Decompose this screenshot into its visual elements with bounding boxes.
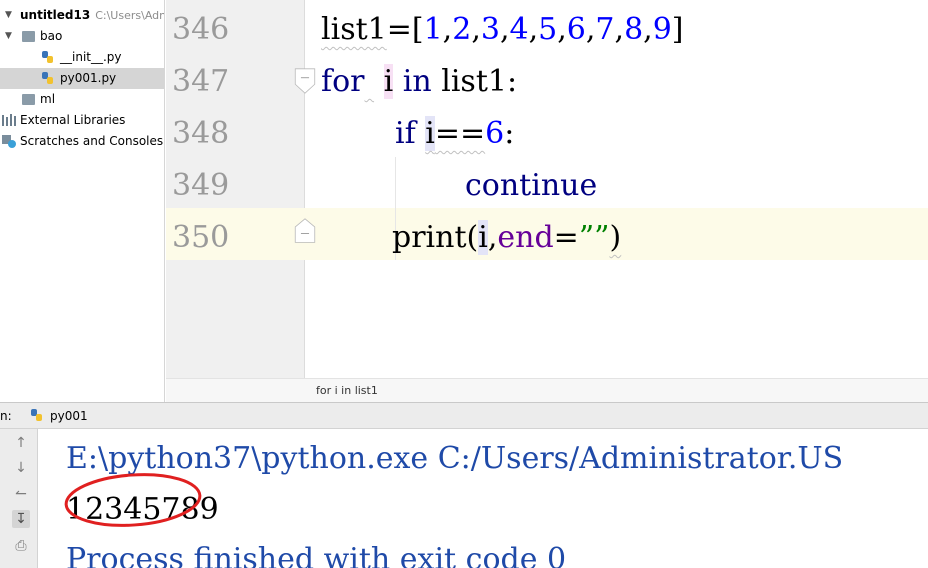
run-tab-py001[interactable]: py001 bbox=[28, 403, 98, 429]
code-token: , bbox=[614, 12, 625, 47]
code-token: 4 bbox=[509, 12, 529, 47]
tree-item-ml[interactable]: ml bbox=[0, 89, 164, 110]
code-token: i bbox=[425, 116, 435, 151]
code-token: 2 bbox=[452, 12, 472, 47]
code-token: ”” bbox=[578, 220, 610, 255]
code-token: , bbox=[442, 12, 453, 47]
code-token: , bbox=[557, 12, 567, 47]
code-token: ) bbox=[609, 220, 622, 255]
code-token: , bbox=[528, 12, 539, 47]
print-icon[interactable]: ⎙ bbox=[12, 537, 30, 555]
python-file-icon bbox=[42, 51, 53, 63]
annotation-ellipse bbox=[64, 473, 202, 527]
soft-wrap-icon[interactable]: ↼ bbox=[12, 485, 30, 503]
code-token: , bbox=[471, 12, 481, 47]
rerun-down-icon[interactable]: ↓ bbox=[12, 459, 30, 477]
line-number: 346 bbox=[172, 12, 230, 47]
scratches-icon bbox=[2, 135, 16, 148]
code-token: = bbox=[553, 220, 579, 255]
breadcrumb-bar: for i in list1 bbox=[166, 378, 928, 402]
code-token: , bbox=[643, 12, 653, 47]
run-window-header: n: py001 bbox=[0, 402, 928, 429]
tree-item-py001[interactable]: py001.py bbox=[0, 68, 164, 89]
tree-item-label: bao bbox=[40, 29, 63, 43]
breadcrumb[interactable]: for i in list1 bbox=[316, 379, 378, 403]
code-token: 1 bbox=[423, 12, 443, 47]
project-tree: ▼ untitled13 C:\Users\Adn ▼ bao __init__.… bbox=[0, 0, 165, 402]
code-token: i bbox=[478, 220, 488, 255]
code-token: , bbox=[487, 220, 498, 255]
fold-icon[interactable] bbox=[292, 218, 318, 244]
tree-item-label: Scratches and Consoles bbox=[20, 134, 164, 148]
line-number: 347 bbox=[172, 64, 230, 99]
project-root-path: C:\Users\Adn bbox=[95, 9, 165, 22]
console-exit-message: Process finished with exit code 0 bbox=[66, 542, 567, 568]
code-token: 6 bbox=[566, 12, 586, 47]
code-token: 3 bbox=[480, 12, 500, 47]
code-line-347[interactable]: for i in list1: bbox=[321, 56, 517, 108]
code-token: 5 bbox=[538, 12, 558, 47]
code-line-348[interactable]: if i==6: bbox=[395, 108, 514, 160]
tree-item-bao[interactable]: ▼ bao bbox=[0, 26, 164, 47]
expand-arrow-icon[interactable]: ▼ bbox=[5, 26, 12, 47]
code-token: continue bbox=[465, 168, 598, 203]
code-token: ] bbox=[671, 12, 684, 47]
tree-item-init[interactable]: __init__.py bbox=[0, 47, 164, 68]
code-line-350[interactable]: print(i,end=””) bbox=[392, 212, 621, 264]
run-toolbar: ↑ ↓ ↼ ↧ ⎙ bbox=[0, 429, 38, 568]
line-number: 349 bbox=[172, 168, 230, 203]
project-root[interactable]: ▼ untitled13 C:\Users\Adn bbox=[0, 5, 165, 26]
python-file-icon bbox=[42, 72, 53, 84]
library-icon bbox=[2, 114, 16, 126]
tree-item-label: ml bbox=[40, 92, 56, 106]
folder-icon bbox=[22, 31, 35, 42]
line-number: 348 bbox=[172, 116, 230, 151]
folder-icon bbox=[22, 94, 35, 105]
expand-arrow-icon[interactable]: ▼ bbox=[5, 5, 12, 26]
code-token: : bbox=[504, 116, 515, 151]
rerun-up-icon[interactable]: ↑ bbox=[12, 434, 30, 452]
code-token: i bbox=[383, 64, 394, 99]
code-token: list1: bbox=[441, 64, 518, 99]
code-token: for bbox=[321, 64, 365, 99]
code-token: print( bbox=[392, 220, 479, 255]
code-token: == bbox=[434, 116, 486, 151]
code-token: 6 bbox=[485, 116, 505, 151]
fold-icon[interactable] bbox=[292, 68, 318, 94]
code-token: 9 bbox=[652, 12, 672, 47]
code-token: , bbox=[585, 12, 596, 47]
line-number: 350 bbox=[172, 220, 230, 255]
scroll-to-end-icon[interactable]: ↧ bbox=[12, 510, 30, 528]
code-token: , bbox=[499, 12, 510, 47]
tree-item-label: py001.py bbox=[60, 71, 117, 85]
run-tab-label: py001 bbox=[50, 409, 88, 423]
code-token: if bbox=[395, 116, 416, 151]
project-root-name: untitled13 bbox=[20, 8, 91, 22]
tree-item-scratches[interactable]: Scratches and Consoles bbox=[0, 131, 164, 152]
code-token: =[ bbox=[386, 12, 424, 47]
code-token: in bbox=[402, 64, 432, 99]
code-token: 7 bbox=[595, 12, 615, 47]
code-token: list1 bbox=[321, 12, 387, 47]
code-line-349[interactable]: continue bbox=[465, 160, 597, 212]
code-token: end bbox=[497, 220, 554, 255]
python-file-icon bbox=[31, 409, 42, 421]
tree-item-external-libraries[interactable]: External Libraries bbox=[0, 110, 164, 131]
tree-item-label: __init__.py bbox=[60, 50, 122, 64]
code-line-346[interactable]: list1=[1,2,3,4,5,6,7,8,9] bbox=[321, 4, 684, 56]
tree-item-label: External Libraries bbox=[20, 113, 126, 127]
run-window-label: n: bbox=[0, 409, 12, 423]
code-token: 8 bbox=[624, 12, 644, 47]
